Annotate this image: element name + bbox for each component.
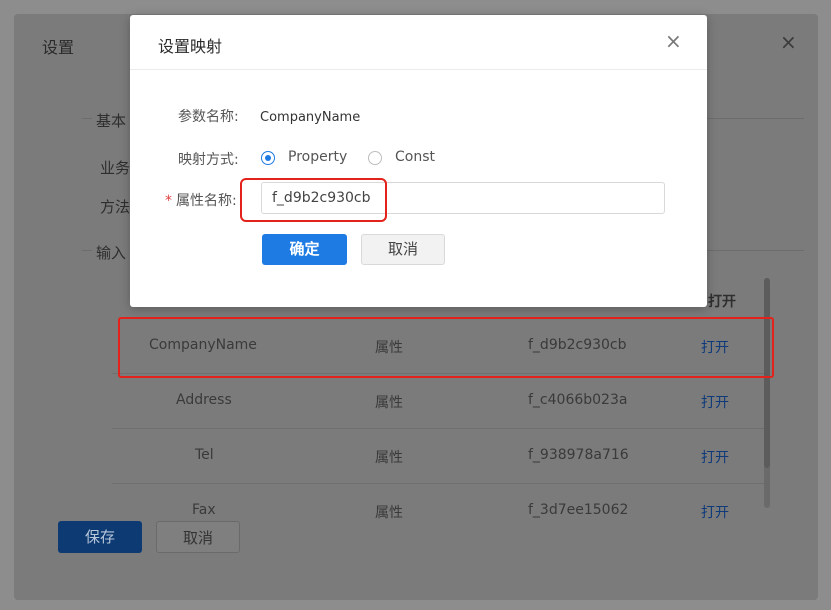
row-value: f_3d7ee15062 (528, 502, 629, 518)
section-divider-right (704, 118, 804, 119)
section-divider-input-right (704, 250, 804, 251)
row-value: f_938978a716 (528, 447, 629, 463)
section-input-heading: 输入 (96, 244, 127, 262)
row-param-name: Address (176, 392, 232, 408)
modal-cancel-button[interactable]: 取消 (361, 234, 445, 265)
row-param-name: Tel (195, 447, 214, 463)
attr-name-label-text: 属性名称: (176, 193, 237, 209)
table-row[interactable]: Address 属性 f_c4066b023a 打开 (112, 373, 766, 429)
param-name-label: 参数名称: (178, 109, 239, 125)
table-row[interactable]: Tel 属性 f_938978a716 打开 (112, 428, 766, 484)
section-basic-heading: 基本 (96, 112, 127, 130)
required-mark: * (165, 193, 172, 209)
row-type: 属性 (375, 395, 403, 411)
method-label: 方法 (100, 198, 131, 216)
close-icon[interactable]: × (665, 29, 682, 53)
mapping-table: CompanyName 属性 f_d9b2c930cb 打开 Address 属… (112, 276, 766, 526)
section-divider-left (82, 118, 92, 119)
save-button[interactable]: 保存 (58, 521, 142, 553)
attr-name-label: * 属性名称: (165, 190, 237, 210)
row-open-link[interactable]: 打开 (701, 392, 729, 412)
modal-title: 设置映射 (158, 37, 223, 56)
param-name-value: CompanyName (260, 110, 361, 125)
mapping-mode-label: 映射方式: (178, 152, 239, 168)
row-open-link[interactable]: 打开 (701, 502, 729, 522)
row-type: 属性 (375, 450, 403, 466)
radio-const[interactable] (368, 151, 382, 165)
settings-dialog-title: 设置 (42, 38, 75, 57)
radio-const-label[interactable]: Const (395, 149, 435, 165)
row-value: f_c4066b023a (528, 392, 628, 408)
radio-property-label[interactable]: Property (288, 149, 347, 165)
table-row[interactable]: Fax 属性 f_3d7ee15062 打开 (112, 483, 766, 526)
row-type: 属性 (375, 505, 403, 521)
mapping-modal: 设置映射 × 参数名称: CompanyName 映射方式: Property … (130, 15, 707, 307)
business-label: 业务 (100, 159, 131, 177)
row-param-name: Fax (192, 502, 216, 518)
radio-property[interactable] (261, 151, 275, 165)
table-scrollbar[interactable] (764, 278, 770, 508)
cancel-button[interactable]: 取消 (156, 521, 240, 553)
modal-header: 设置映射 × (130, 15, 707, 70)
highlight-box-input (240, 178, 387, 222)
highlight-box-row (118, 317, 774, 378)
row-open-link[interactable]: 打开 (701, 447, 729, 467)
settings-close-icon[interactable]: × (780, 30, 797, 54)
section-divider-input (82, 250, 92, 251)
confirm-button[interactable]: 确定 (262, 234, 347, 265)
